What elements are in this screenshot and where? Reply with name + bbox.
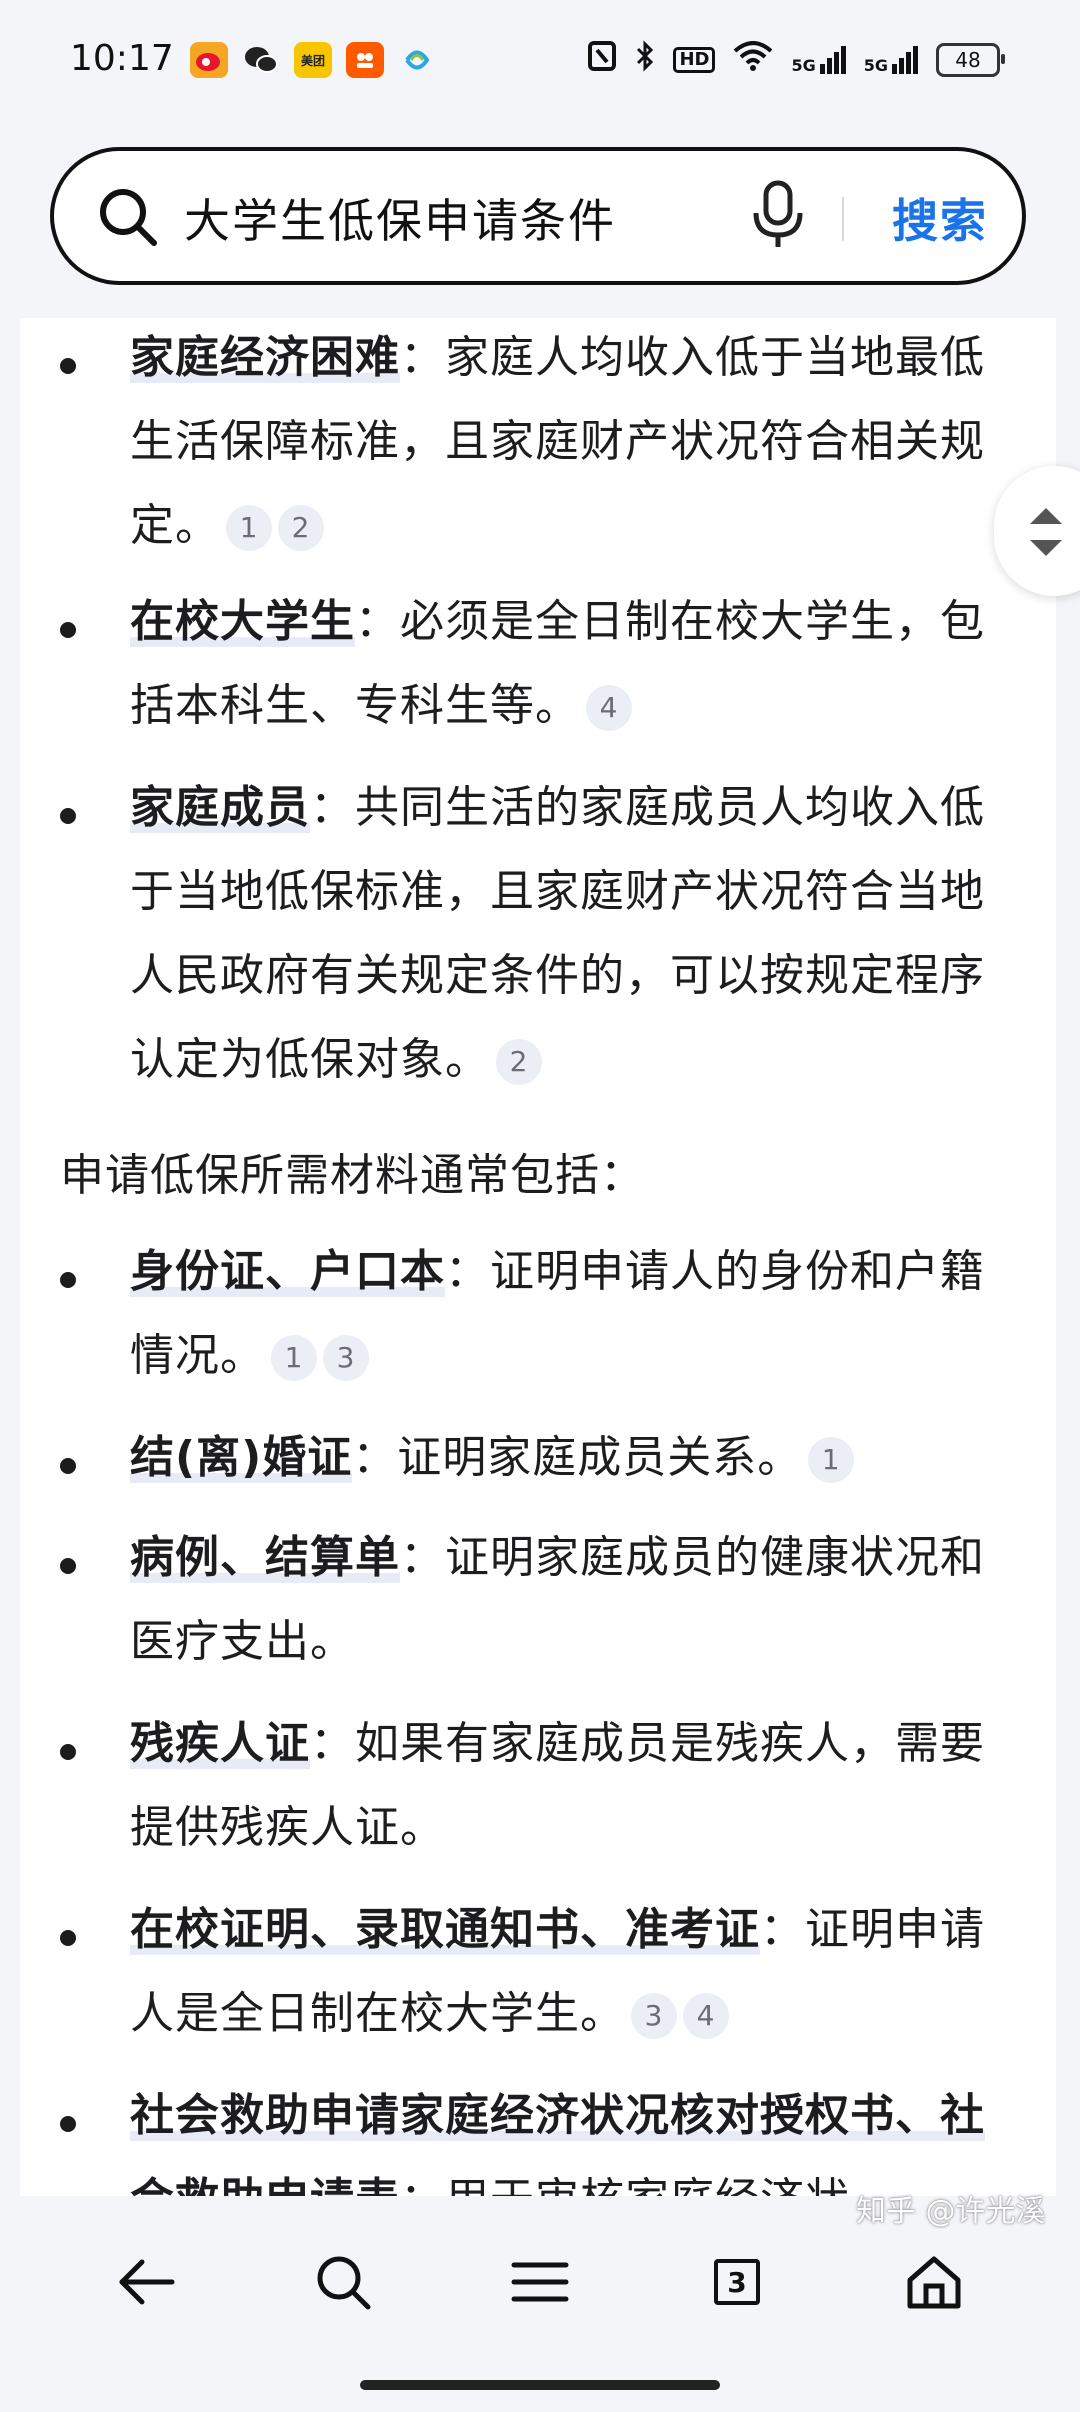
bullet <box>60 1930 76 1946</box>
citation-badge[interactable]: 2 <box>278 505 324 551</box>
item-title: 家庭成员 <box>130 782 310 833</box>
search-input[interactable]: 大学生低保申请条件 <box>184 185 616 251</box>
citation-badge[interactable]: 3 <box>631 1993 677 2039</box>
bluetooth-icon <box>635 40 655 79</box>
item-title: 身份证、户口本 <box>130 1246 445 1297</box>
hd-icon: HD <box>673 46 716 73</box>
nfc-icon <box>587 40 617 79</box>
search-divider <box>842 197 844 241</box>
materials-intro: 申请低保所需材料通常包括： <box>60 1150 645 1201</box>
search-icon <box>100 189 157 246</box>
scroll-up-icon[interactable] <box>1030 508 1062 524</box>
tabs-button[interactable]: 3 <box>697 2242 777 2322</box>
citation-badge[interactable]: 3 <box>323 1335 369 1381</box>
cellular-signal-2: 5G <box>864 45 918 74</box>
bullet <box>60 1744 76 1760</box>
search-icon <box>317 2256 371 2310</box>
bullet <box>60 1558 76 1574</box>
weibo-icon <box>190 42 228 78</box>
citation-badge[interactable]: 2 <box>496 1039 542 1085</box>
item-title: 病例、结算单 <box>130 1532 400 1583</box>
citation-badge[interactable]: 1 <box>226 505 272 551</box>
wifi-icon <box>733 41 773 78</box>
bullet <box>60 1458 76 1474</box>
home-indicator[interactable] <box>360 2380 720 2390</box>
bullet <box>60 2116 76 2132</box>
menu-icon <box>511 2262 569 2302</box>
china-mobile-icon <box>398 42 436 78</box>
home-button[interactable] <box>894 2242 974 2322</box>
menu-button[interactable] <box>500 2242 580 2322</box>
back-button[interactable] <box>106 2242 186 2322</box>
item-title: 在校大学生 <box>130 596 355 647</box>
citation-badge[interactable]: 1 <box>271 1335 317 1381</box>
bullet <box>60 358 76 374</box>
back-icon <box>119 2259 175 2305</box>
status-bar: 10:17 美团 HD 5G 5G 48 <box>0 0 1080 120</box>
meituan-icon: 美团 <box>294 42 332 78</box>
taobao-icon <box>346 42 384 78</box>
microphone-icon[interactable] <box>748 179 808 251</box>
citation-badge[interactable]: 4 <box>683 1993 729 2039</box>
item-title: 结(离)婚证 <box>130 1432 353 1483</box>
system-icons: HD 5G 5G 48 <box>587 40 1005 79</box>
battery-indicator: 48 <box>936 42 1005 77</box>
wechat-icon <box>242 42 280 78</box>
home-icon <box>907 2256 961 2309</box>
bullet <box>60 622 76 638</box>
cellular-signal-1: 5G <box>791 45 846 74</box>
status-time: 10:17 <box>70 38 174 79</box>
item-title: 在校证明、录取通知书、准考证 <box>130 1904 760 1955</box>
citation-badge[interactable]: 1 <box>808 1437 855 1483</box>
citation-badge[interactable]: 4 <box>586 685 632 731</box>
scroll-down-icon[interactable] <box>1030 540 1062 556</box>
item-text: ：证明家庭成员关系。 <box>352 1432 803 1483</box>
bullet <box>60 1272 76 1288</box>
search-nav-button[interactable] <box>303 2242 383 2322</box>
bullet <box>60 808 76 824</box>
item-title: 残疾人证 <box>130 1718 310 1769</box>
notification-icons: 美团 <box>190 42 436 78</box>
answer-content: 家庭经济困难：家庭人均收入低于当地最低生活保障标准，且家庭财产状况符合相关规定。… <box>20 318 1056 2198</box>
watermark: 知乎 @许光溪 <box>856 2194 1046 2229</box>
item-title: 家庭经济困难 <box>130 332 400 383</box>
tabs-icon: 3 <box>714 2259 760 2305</box>
search-bar[interactable]: 大学生低保申请条件 搜索 <box>50 147 1026 285</box>
item-text: ：用于审核家庭经济状 <box>400 2174 850 2198</box>
search-button[interactable]: 搜索 <box>892 185 988 251</box>
